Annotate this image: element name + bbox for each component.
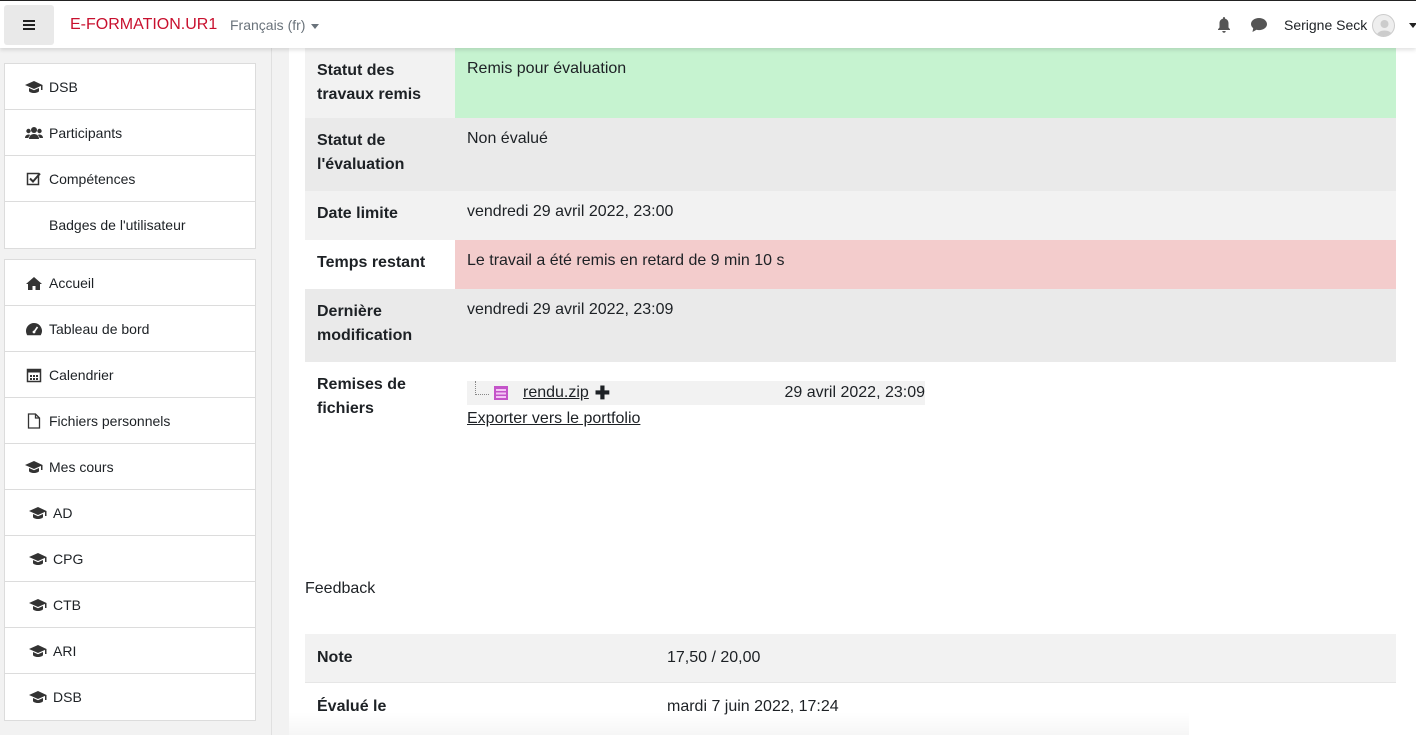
chevron-down-icon <box>311 23 320 29</box>
sidebar-item-label: Accueil <box>49 274 95 291</box>
sidebar-item-label: DSB <box>49 78 78 95</box>
user-menu-chevron-icon[interactable] <box>1409 23 1416 28</box>
graduation-cap-icon <box>29 551 47 567</box>
chat-icon[interactable] <box>1250 17 1268 33</box>
user-menu-name[interactable]: Serigne Seck <box>1284 17 1367 33</box>
sidebar-item-mes-cours[interactable]: Mes cours <box>5 444 255 490</box>
file-link[interactable]: rendu.zip <box>523 381 589 405</box>
time-remaining-value: Le travail a été remis en retard de 9 mi… <box>455 240 1396 289</box>
plus-icon[interactable]: ✚ <box>595 381 610 405</box>
row-label: Remises de fichiers <box>305 362 455 452</box>
checkbox-icon <box>25 171 43 187</box>
graduation-cap-icon <box>29 505 47 521</box>
last-modified-value: vendredi 29 avril 2022, 23:09 <box>455 289 1396 362</box>
menu-toggle-button[interactable] <box>4 5 54 45</box>
main-content: Statut des travaux remis Remis pour éval… <box>289 48 1416 735</box>
graduation-cap-icon <box>29 597 47 613</box>
calendar-icon <box>25 367 43 383</box>
graduation-cap-icon <box>29 689 47 705</box>
page-right-edge <box>1396 48 1416 735</box>
submission-status-table: Statut des travaux remis Remis pour éval… <box>305 48 1396 452</box>
sidebar-item-label: Participants <box>49 124 123 141</box>
row-label: Statut des travaux remis <box>305 48 455 118</box>
table-row: Remises de fichiers rendu.zip ✚ 29 avril… <box>305 362 1396 452</box>
top-navbar: E-FORMATION.UR1 Français (fr) Serigne Se… <box>0 0 1416 48</box>
sidebar-item-label: DSB <box>53 689 82 705</box>
grade-value: 17,50 / 20,00 <box>655 634 1396 683</box>
hamburger-icon <box>23 20 35 30</box>
graduation-cap-icon <box>29 643 47 659</box>
export-portfolio-link[interactable]: Exporter vers le portfolio <box>467 407 640 431</box>
sidebar-item-dsb-course[interactable]: DSB <box>5 64 255 110</box>
sidebar-item-label: Fichiers personnels <box>49 412 171 429</box>
sidebar-item-label: Compétences <box>49 170 136 187</box>
site-nav-block: Accueil Tableau de bord Calendrier Fichi… <box>4 259 256 721</box>
sidebar-item-course-dsb[interactable]: DSB <box>5 674 255 720</box>
user-avatar-icon <box>1376 20 1393 36</box>
zip-file-icon <box>494 386 508 400</box>
bottom-fade <box>289 712 1189 735</box>
row-label: Temps restant <box>305 240 455 289</box>
table-row: Dernière modification vendredi 29 avril … <box>305 289 1396 362</box>
sidebar-item-fichiers-personnels[interactable]: Fichiers personnels <box>5 398 255 444</box>
feedback-heading: Feedback <box>305 580 376 597</box>
row-label: Dernière modification <box>305 289 455 362</box>
grading-status-value: Non évalué <box>455 118 1396 191</box>
sidebar-item-course-cpg[interactable]: CPG <box>5 536 255 582</box>
sidebar-item-label: ARI <box>53 642 77 659</box>
sidebar-item-participants[interactable]: Participants <box>5 110 255 156</box>
row-label: Note <box>305 634 655 683</box>
dashboard-icon <box>25 321 43 337</box>
sidebar-item-label: Badges de l'utilisateur <box>49 217 186 233</box>
sidebar-item-label: CPG <box>53 550 84 567</box>
sidebar-item-course-ctb[interactable]: CTB <box>5 582 255 628</box>
submission-status-value: Remis pour évaluation <box>455 48 1396 118</box>
sidebar-item-calendrier[interactable]: Calendrier <box>5 352 255 398</box>
course-nav-block: DSB Participants Compétences Badges de l… <box>4 63 256 249</box>
bell-icon[interactable] <box>1216 16 1232 34</box>
language-menu[interactable]: Français (fr) <box>230 17 320 33</box>
sidebar-item-label: Calendrier <box>49 366 114 383</box>
table-row: Statut des travaux remis Remis pour éval… <box>305 48 1396 118</box>
sidebar-item-accueil[interactable]: Accueil <box>5 260 255 306</box>
row-label: Date limite <box>305 191 455 240</box>
due-date-value: vendredi 29 avril 2022, 23:00 <box>455 191 1396 240</box>
sidebar-item-tableau-de-bord[interactable]: Tableau de bord <box>5 306 255 352</box>
sidebar-item-label: CTB <box>53 596 81 613</box>
graduation-cap-icon <box>25 79 43 95</box>
avatar[interactable] <box>1372 14 1395 37</box>
home-icon <box>25 275 43 291</box>
sidebar-item-competences[interactable]: Compétences <box>5 156 255 202</box>
site-brand-link[interactable]: E-FORMATION.UR1 <box>70 16 217 34</box>
file-entry: rendu.zip ✚ 29 avril 2022, 23:09 <box>467 381 925 405</box>
row-label: Statut de l'évaluation <box>305 118 455 191</box>
sidebar-item-label: AD <box>53 504 73 521</box>
table-row: Date limite vendredi 29 avril 2022, 23:0… <box>305 191 1396 240</box>
sidebar-item-course-ad[interactable]: AD <box>5 490 255 536</box>
language-label: Français (fr) <box>230 17 306 33</box>
table-row: Statut de l'évaluation Non évalué <box>305 118 1396 191</box>
file-date: 29 avril 2022, 23:09 <box>784 384 925 401</box>
table-row: Temps restant Le travail a été remis en … <box>305 240 1396 289</box>
sidebar-item-label: Tableau de bord <box>49 320 150 337</box>
sidebar-item-course-ari[interactable]: ARI <box>5 628 255 674</box>
sidebar-item-label: Mes cours <box>49 458 114 475</box>
table-row: Note 17,50 / 20,00 <box>305 634 1396 683</box>
sidebar: DSB Participants Compétences Badges de l… <box>0 48 272 735</box>
sidebar-item-badges[interactable]: Badges de l'utilisateur <box>5 202 255 248</box>
users-icon <box>25 125 43 141</box>
file-submissions-cell: rendu.zip ✚ 29 avril 2022, 23:09 Exporte… <box>455 362 1396 452</box>
file-icon <box>25 412 43 429</box>
graduation-cap-icon <box>25 459 43 475</box>
tree-connector <box>475 381 489 395</box>
